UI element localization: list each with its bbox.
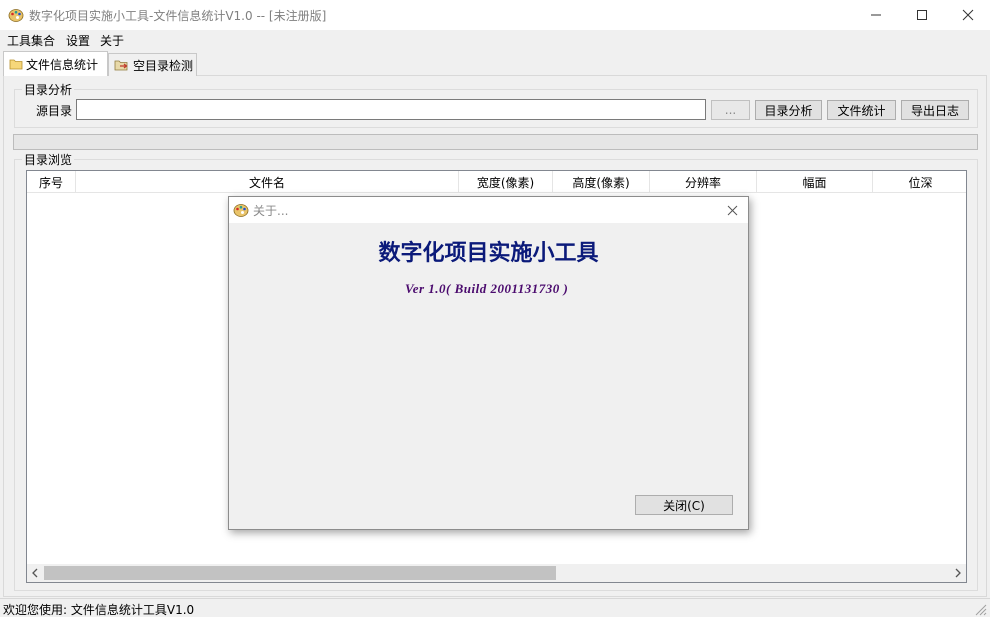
- browse-group-label: 目录浏览: [22, 151, 75, 168]
- window-title: 数字化项目实施小工具-文件信息统计V1.0 -- [未注册版]: [29, 9, 327, 23]
- scroll-right-icon[interactable]: [954, 568, 962, 578]
- palette-icon: [8, 9, 24, 22]
- folder-icon: [9, 59, 23, 70]
- analyze-dir-button[interactable]: 目录分析: [755, 100, 822, 120]
- tab-file-stats[interactable]: 文件信息统计: [3, 51, 108, 76]
- close-icon: [727, 205, 737, 215]
- close-icon: [962, 9, 974, 21]
- tab-file-stats-label: 文件信息统计: [26, 57, 99, 72]
- about-dialog: 关于... 数字化项目实施小工具 Ver 1.0( Build 20011317…: [228, 196, 749, 530]
- about-close-button[interactable]: 关闭(C): [635, 495, 733, 515]
- tab-empty-dir-label: 空目录检测: [133, 58, 194, 73]
- horizontal-scrollbar[interactable]: [27, 564, 966, 582]
- menu-about[interactable]: 关于: [100, 32, 124, 49]
- menu-settings[interactable]: 设置: [66, 32, 90, 49]
- menu-bar: [0, 30, 990, 50]
- folder-arrow-icon: [114, 60, 128, 70]
- browse-button[interactable]: ...: [711, 100, 750, 120]
- column-resolution[interactable]: 分辨率: [650, 171, 757, 193]
- scroll-left-icon[interactable]: [31, 568, 39, 578]
- scrollbar-thumb[interactable]: [44, 566, 556, 580]
- tab-empty-dir[interactable]: 空目录检测: [108, 53, 197, 76]
- file-stats-button[interactable]: 文件统计: [827, 100, 896, 120]
- dialog-title: 关于...: [253, 204, 289, 218]
- palette-icon: [233, 204, 249, 217]
- export-log-button[interactable]: 导出日志: [901, 100, 969, 120]
- column-width[interactable]: 宽度(像素): [459, 171, 553, 193]
- minimize-icon: [871, 14, 881, 16]
- column-format[interactable]: 幅面: [757, 171, 873, 193]
- column-index[interactable]: 序号: [27, 171, 76, 193]
- list-header: 序号 文件名 宽度(像素) 高度(像素) 分辨率 幅面 位深: [27, 171, 966, 193]
- source-dir-label: 源目录: [36, 104, 73, 118]
- status-text: 欢迎您使用: 文件信息统计工具V1.0: [3, 603, 195, 617]
- menu-tools[interactable]: 工具集合: [7, 32, 55, 49]
- dialog-title-bar: [229, 197, 748, 223]
- about-heading: 数字化项目实施小工具: [378, 240, 599, 266]
- close-window-button[interactable]: [945, 0, 990, 30]
- maximize-icon: [917, 10, 927, 20]
- maximize-button[interactable]: [899, 0, 945, 30]
- column-height[interactable]: 高度(像素): [553, 171, 650, 193]
- dialog-close-button[interactable]: [722, 200, 742, 220]
- analysis-group-label: 目录分析: [22, 81, 75, 98]
- progress-bar: [13, 134, 978, 150]
- resize-grip-icon[interactable]: [973, 602, 987, 616]
- column-bit-depth[interactable]: 位深: [873, 171, 966, 193]
- source-dir-input[interactable]: [76, 99, 706, 120]
- column-filename[interactable]: 文件名: [76, 171, 459, 193]
- version-text: Ver 1.0( Build 2001131730 ): [405, 281, 569, 296]
- minimize-button[interactable]: [853, 0, 899, 30]
